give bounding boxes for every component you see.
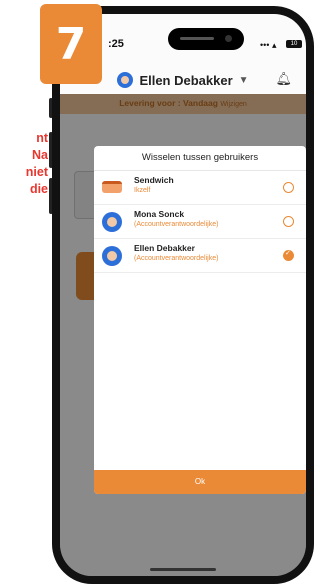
bell-icon[interactable]: 🔔︎ bbox=[275, 71, 292, 87]
switch-user-modal: Wisselen tussen gebruikers Sendwich Ikze… bbox=[94, 146, 306, 494]
step-badge: 7 bbox=[40, 4, 102, 84]
radio-unchecked[interactable] bbox=[283, 182, 294, 193]
avatar-icon bbox=[102, 246, 122, 266]
modal-title: Wisselen tussen gebruikers bbox=[94, 146, 306, 171]
user-row-mona-sonck[interactable]: Mona Sonck (Accountverantwoordelijke) bbox=[94, 205, 306, 239]
signal-wifi-icon: ••• ▴ bbox=[260, 40, 277, 50]
user-name: Mona Sonck bbox=[134, 209, 185, 219]
radio-checked[interactable] bbox=[283, 249, 294, 261]
instruction-line: die bbox=[29, 182, 48, 196]
user-name: Sendwich bbox=[134, 175, 174, 185]
phone-screen: :25 ••• ▴ 10 Ellen Debakker ▼ 🔔︎ Leverin… bbox=[60, 14, 306, 576]
current-user-name: Ellen Debakker bbox=[139, 72, 233, 88]
user-row-ellen-debakker[interactable]: Ellen Debakker (Accountverantwoordelijke… bbox=[94, 239, 306, 273]
instruction-text: nt Na niet die bbox=[0, 130, 48, 198]
avatar-icon bbox=[117, 72, 134, 88]
user-role: (Accountverantwoordelijke) bbox=[134, 221, 219, 228]
user-role: (Accountverantwoordelijke) bbox=[134, 255, 219, 262]
user-role: Ikzelf bbox=[134, 187, 151, 194]
battery-icon: 10 bbox=[286, 40, 302, 48]
radio-unchecked[interactable] bbox=[283, 216, 294, 227]
instruction-line: Na bbox=[32, 148, 48, 162]
chevron-down-icon: ▼ bbox=[238, 74, 249, 86]
avatar-icon bbox=[102, 212, 122, 232]
user-name: Ellen Debakker bbox=[134, 243, 195, 253]
instruction-line: nt bbox=[36, 131, 48, 145]
sandwich-icon bbox=[102, 181, 122, 193]
status-time: :25 bbox=[108, 38, 124, 50]
user-row-sendwich[interactable]: Sendwich Ikzelf bbox=[94, 171, 306, 205]
dynamic-island bbox=[168, 28, 244, 50]
instruction-line: niet bbox=[25, 165, 48, 179]
ok-button[interactable]: Ok bbox=[94, 470, 306, 494]
home-indicator bbox=[150, 568, 216, 571]
